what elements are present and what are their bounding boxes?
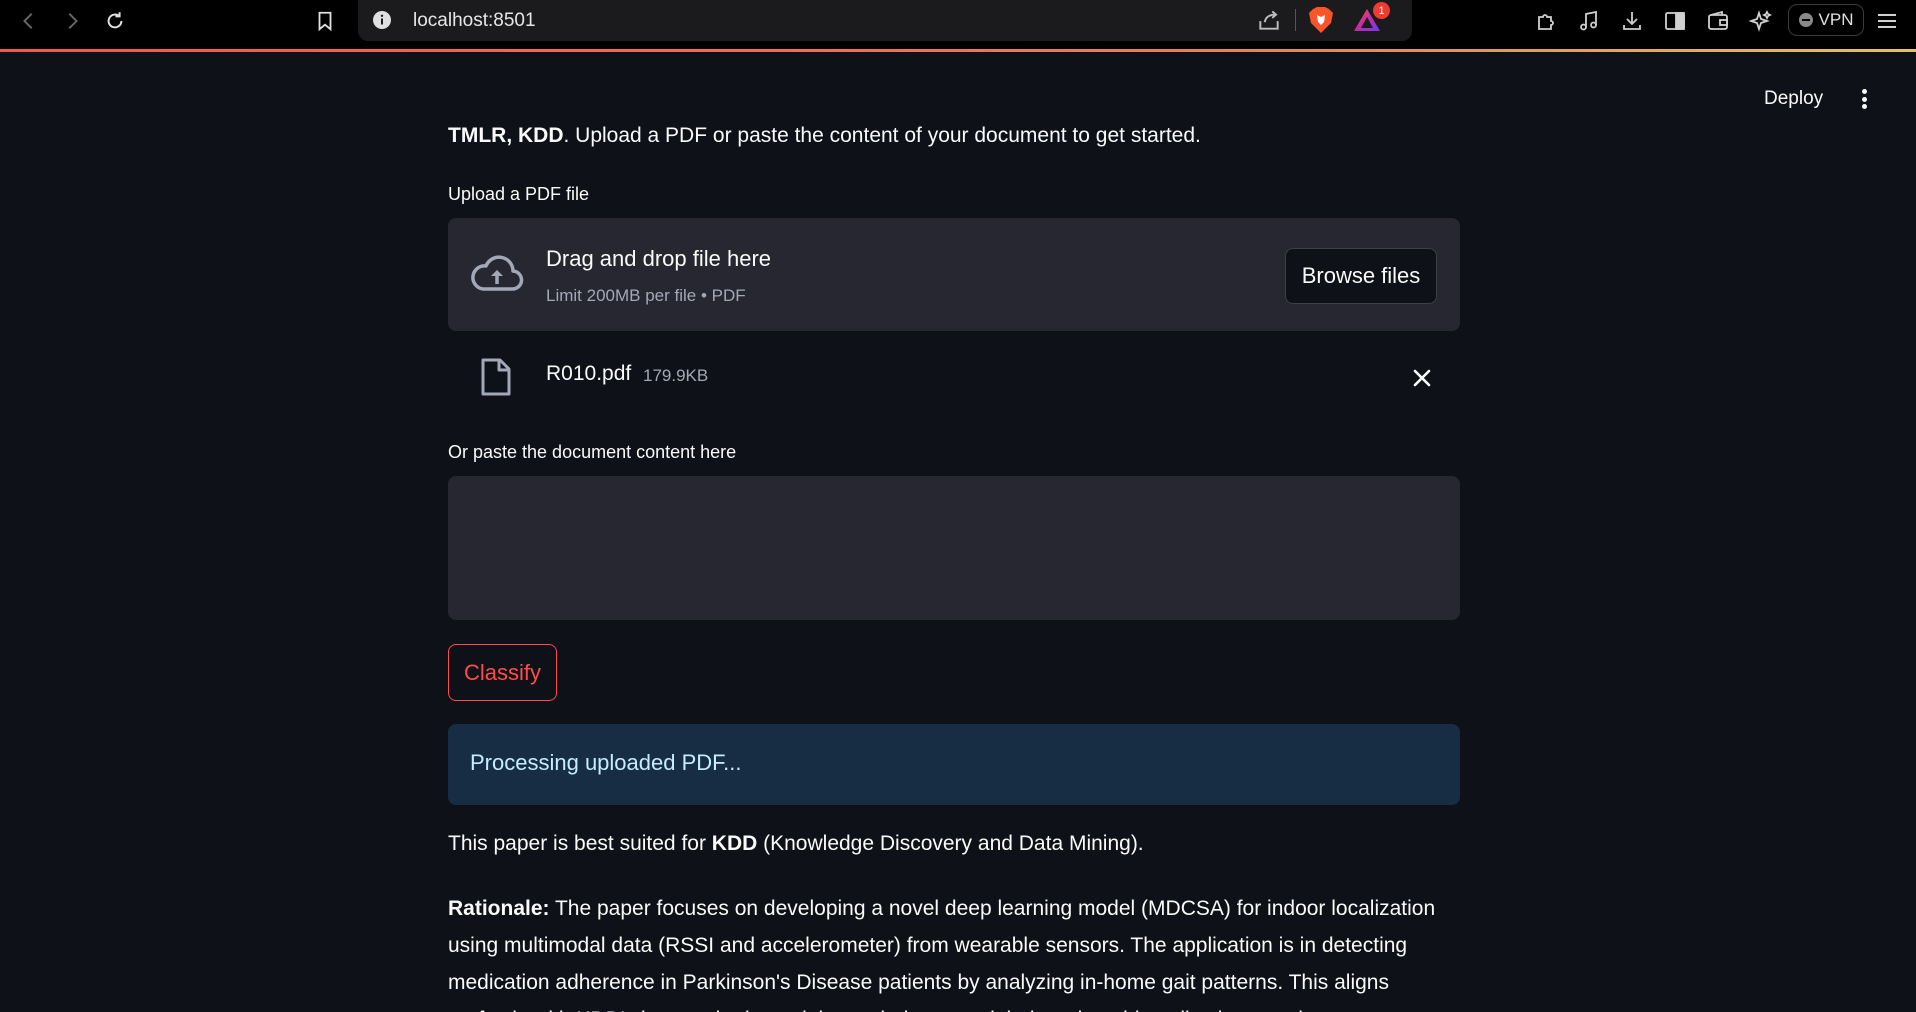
page-load-indicator xyxy=(0,49,1916,52)
result-prefix: This paper is best suited for xyxy=(448,832,712,855)
remove-file-icon[interactable] xyxy=(1408,364,1436,392)
site-info-icon[interactable] xyxy=(372,10,392,30)
dropzone-title: Drag and drop file here xyxy=(546,246,772,271)
back-icon[interactable] xyxy=(14,6,44,36)
forward-icon[interactable] xyxy=(57,6,87,36)
file-icon xyxy=(481,358,511,396)
rationale-text: The paper focuses on developing a novel … xyxy=(448,897,1436,1012)
dropzone-limit: Limit 200MB per file • PDF xyxy=(546,286,746,305)
status-info-box: Processing uploaded PDF... xyxy=(448,724,1460,805)
intro-instructions: . Upload a PDF or paste the content of y… xyxy=(563,124,1201,147)
music-icon[interactable] xyxy=(1574,6,1604,36)
result-venue: KDD xyxy=(711,832,758,855)
extensions-icon[interactable] xyxy=(1532,6,1562,36)
intro-text: TMLR, KDD. Upload a PDF or paste the con… xyxy=(448,124,1201,148)
paste-label: Or paste the document content here xyxy=(448,442,737,462)
deploy-button[interactable]: Deploy xyxy=(1764,88,1823,110)
menu-icon[interactable] xyxy=(1872,6,1902,36)
address-bar[interactable]: localhost:8501 1 xyxy=(358,0,1412,41)
rationale-label: Rationale: xyxy=(448,897,550,920)
classify-button[interactable]: Classify xyxy=(448,644,557,701)
upload-label: Upload a PDF file xyxy=(448,184,590,204)
main-menu-icon[interactable] xyxy=(1856,86,1872,112)
brave-shields-icon[interactable] xyxy=(1308,6,1334,34)
uploaded-file-size: 179.9KB xyxy=(643,366,709,385)
wallet-icon[interactable] xyxy=(1703,6,1733,36)
bookmark-icon[interactable] xyxy=(310,6,340,36)
vpn-button[interactable]: VPN xyxy=(1788,4,1864,36)
vpn-status-icon xyxy=(1798,13,1813,27)
intro-venues: TMLR, KDD xyxy=(448,124,564,147)
reload-icon[interactable] xyxy=(100,6,130,36)
vpn-label: VPN xyxy=(1818,10,1854,29)
document-content-textarea[interactable] xyxy=(448,476,1460,620)
cloud-upload-icon xyxy=(471,255,524,291)
sidebar-icon[interactable] xyxy=(1660,6,1690,36)
rationale-paragraph: Rationale: The paper focuses on developi… xyxy=(448,890,1460,1012)
result-suffix: (Knowledge Discovery and Data Mining). xyxy=(757,832,1144,855)
uploaded-file-name: R010.pdf xyxy=(546,362,632,385)
result-text: This paper is best suited for KDD (Knowl… xyxy=(448,832,1144,856)
download-icon[interactable] xyxy=(1617,6,1647,36)
share-icon[interactable] xyxy=(1256,7,1282,33)
url-text: localhost:8501 xyxy=(413,10,536,31)
divider xyxy=(1295,9,1296,31)
status-message: Processing uploaded PDF... xyxy=(470,750,742,775)
browse-files-button[interactable]: Browse files xyxy=(1285,248,1437,304)
notification-badge: 1 xyxy=(1373,2,1390,19)
browser-toolbar: localhost:8501 1 VPN xyxy=(0,0,1916,49)
leo-ai-icon[interactable] xyxy=(1746,6,1776,36)
